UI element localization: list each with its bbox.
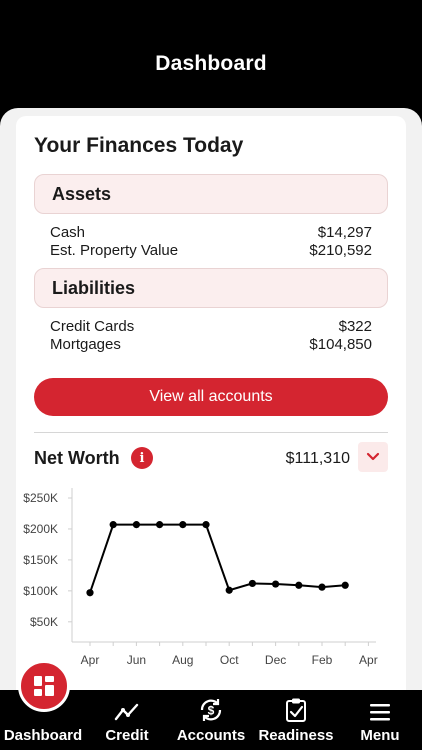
x-tick-label: Jun [127, 653, 146, 667]
top-app-bar: Dashboard [0, 0, 422, 110]
nav-readiness[interactable]: Readiness [254, 690, 338, 750]
nav-credit[interactable]: Credit [86, 690, 168, 750]
data-point [248, 579, 256, 588]
svg-text:$: $ [208, 704, 215, 718]
x-tick-label: Aug [172, 653, 193, 667]
data-point [318, 583, 326, 591]
series-line [89, 523, 346, 594]
y-tick-label: $50K [30, 615, 58, 629]
y-tick-label: $200K [23, 522, 58, 536]
y-tick-label: $150K [23, 553, 58, 567]
view-all-accounts-button[interactable]: View all accounts [34, 378, 388, 416]
nav-label: Menu [360, 727, 400, 744]
hamburger-menu-icon [370, 704, 390, 721]
asset-value: $210,592 [309, 242, 372, 259]
clipboard-check-icon [286, 698, 306, 722]
data-point [295, 581, 303, 589]
dashboard-icon [34, 676, 54, 696]
nav-label: Credit [105, 727, 149, 744]
assets-header[interactable]: Assets [34, 174, 388, 214]
liability-name: Mortgages [50, 336, 121, 353]
data-point [272, 580, 280, 588]
net-worth-chart: $250K $200K $150K $100K $50K Apr Jun Aug Oct Dec F… [23, 488, 378, 667]
data-point [86, 589, 94, 597]
x-tick-label: Apr [359, 653, 378, 667]
x-tick-label: Dec [265, 653, 286, 667]
x-tick-label: Apr [81, 653, 100, 667]
nav-label: Readiness [258, 727, 334, 744]
y-tick-label: $250K [23, 491, 58, 505]
asset-name: Est. Property Value [50, 242, 179, 259]
data-point [341, 581, 349, 589]
liability-value: $322 [338, 318, 372, 335]
asset-value: $14,297 [317, 224, 372, 241]
info-glyph: i [139, 450, 145, 466]
net-worth-label: Net Worth [34, 448, 120, 468]
liability-name: Credit Cards [50, 318, 135, 335]
y-tick-label: $100K [23, 584, 58, 598]
nav-accounts[interactable]: $ Accounts [168, 690, 254, 750]
data-point [225, 586, 233, 594]
info-icon[interactable]: i [131, 447, 153, 469]
liability-row-mortgages[interactable]: Mortgages $104,850 [50, 336, 372, 353]
dashboard-fab[interactable] [18, 660, 70, 712]
asset-name: Cash [50, 224, 86, 241]
content-sheet: Your Finances Today Assets Cash $14,297 … [0, 108, 422, 708]
asset-row-property[interactable]: Est. Property Value $210,592 [50, 242, 372, 259]
liability-value: $104,850 [309, 336, 372, 353]
expand-net-worth-button[interactable] [358, 442, 388, 472]
liabilities-header[interactable]: Liabilities [34, 268, 388, 308]
data-point [132, 521, 140, 529]
x-tick-label: Oct [220, 653, 239, 667]
data-point [156, 521, 164, 529]
dollar-sync-icon: $ [200, 699, 222, 721]
page-title: Dashboard [155, 52, 267, 75]
nav-label: Accounts [176, 727, 246, 744]
data-point [202, 521, 210, 529]
nav-label: Dashboard [3, 727, 83, 744]
trend-line-icon [114, 703, 139, 721]
asset-row-cash[interactable]: Cash $14,297 [50, 224, 372, 241]
finances-card: Your Finances Today Assets Cash $14,297 … [16, 116, 406, 708]
card-title: Your Finances Today [34, 134, 244, 157]
nav-menu[interactable]: Menu [338, 690, 422, 750]
x-tick-label: Feb [312, 653, 333, 667]
net-worth-value: $111,310 [285, 450, 350, 467]
liability-row-credit-cards[interactable]: Credit Cards $322 [50, 318, 372, 335]
divider [34, 432, 388, 433]
data-point [179, 521, 187, 529]
chevron-down-icon [366, 452, 380, 461]
data-point [109, 521, 117, 529]
